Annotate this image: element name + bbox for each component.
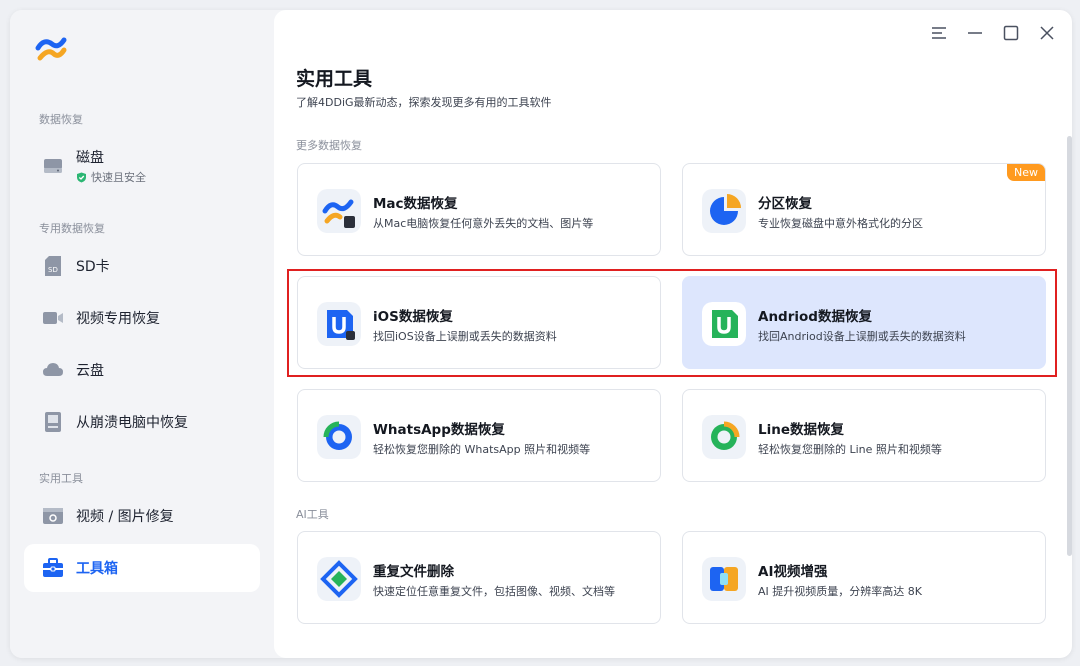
maximize-icon[interactable]: [1000, 22, 1022, 44]
card-title: AI视频增强: [758, 564, 828, 580]
media-repair-icon: [43, 508, 63, 524]
new-badge: New: [1007, 164, 1045, 181]
card-title: 重复文件删除: [373, 564, 454, 580]
app-window: 数据恢复 磁盘 快速且安全 专用数据恢复 SD SD卡 视频专用恢复 云盘 从崩…: [10, 10, 1072, 658]
sidebar-item-label: 磁盘: [76, 150, 104, 166]
sidebar-item-toolbox[interactable]: 工具箱: [24, 544, 260, 592]
sidebar-item-label: 从崩溃电脑中恢复: [76, 415, 188, 431]
section-label-tools: 实用工具: [39, 472, 83, 485]
sidebar-item-label: 视频 / 图片修复: [76, 509, 174, 525]
group-label-ai-tools: AI工具: [296, 508, 329, 521]
disk-safety-note: 快速且安全: [76, 169, 146, 185]
sidebar: 数据恢复 磁盘 快速且安全 专用数据恢复 SD SD卡 视频专用恢复 云盘 从崩…: [10, 10, 274, 658]
card-ai-video[interactable]: AI视频增强 AI 提升视频质量，分辨率高达 8K: [682, 531, 1046, 624]
cloud-icon: [43, 363, 63, 376]
disk-note-text: 快速且安全: [91, 171, 146, 184]
duplicate-file-icon: [317, 557, 361, 601]
card-whatsapp-recovery[interactable]: WhatsApp数据恢复 轻松恢复您删除的 WhatsApp 照片和视频等: [297, 389, 661, 482]
sd-card-icon: SD: [45, 256, 61, 276]
sidebar-item-media-repair[interactable]: 视频 / 图片修复: [24, 492, 260, 540]
sidebar-item-label: SD卡: [76, 259, 110, 275]
page-title: 实用工具: [296, 68, 373, 90]
video-camera-icon: [43, 312, 63, 324]
sidebar-item-disk[interactable]: 磁盘 快速且安全: [24, 138, 260, 196]
app-logo-icon: [35, 37, 67, 61]
group-label-more-recovery: 更多数据恢复: [296, 139, 362, 152]
toolbox-icon: [43, 558, 63, 577]
shield-check-icon: [77, 172, 86, 182]
card-mac-recovery[interactable]: Mac数据恢复 从Mac电脑恢复任何意外丢失的文档、图片等: [297, 163, 661, 256]
card-desc: 找回iOS设备上误删或丢失的数据资料: [373, 330, 557, 343]
sidebar-item-label: 工具箱: [76, 561, 118, 577]
card-desc: 轻松恢复您删除的 WhatsApp 照片和视频等: [373, 443, 591, 456]
mac-recovery-icon: [317, 189, 361, 233]
card-desc: 专业恢复磁盘中意外格式化的分区: [758, 217, 923, 230]
close-icon[interactable]: [1036, 22, 1058, 44]
ai-video-icon: [702, 557, 746, 601]
card-desc: 轻松恢复您删除的 Line 照片和视频等: [758, 443, 942, 456]
card-line-recovery[interactable]: Line数据恢复 轻松恢复您删除的 Line 照片和视频等: [682, 389, 1046, 482]
card-ios-recovery[interactable]: iOS数据恢复 找回iOS设备上误删或丢失的数据资料: [297, 276, 661, 369]
card-desc: AI 提升视频质量，分辨率高达 8K: [758, 585, 922, 598]
sidebar-item-label: 云盘: [76, 363, 104, 379]
sidebar-item-label: 视频专用恢复: [76, 311, 160, 327]
card-desc: 找回Andriod设备上误删或丢失的数据资料: [758, 330, 966, 343]
whatsapp-recovery-icon: [317, 415, 361, 459]
sidebar-item-sd-card[interactable]: SD SD卡: [24, 242, 260, 290]
svg-text:SD: SD: [48, 266, 58, 274]
disk-icon: [44, 159, 62, 173]
card-android-recovery[interactable]: Andriod数据恢复 找回Andriod设备上误删或丢失的数据资料: [682, 276, 1046, 369]
card-title: Andriod数据恢复: [758, 309, 872, 325]
card-title: Mac数据恢复: [373, 196, 458, 212]
sidebar-item-video-recovery[interactable]: 视频专用恢复: [24, 294, 260, 342]
card-title: iOS数据恢复: [373, 309, 453, 325]
partition-recovery-icon: [702, 189, 746, 233]
card-title: WhatsApp数据恢复: [373, 422, 505, 438]
card-partition-recovery[interactable]: 分区恢复 专业恢复磁盘中意外格式化的分区 New: [682, 163, 1046, 256]
line-recovery-icon: [702, 415, 746, 459]
card-title: Line数据恢复: [758, 422, 844, 438]
sidebar-item-cloud[interactable]: 云盘: [24, 346, 260, 394]
sidebar-item-crashed-pc[interactable]: 从崩溃电脑中恢复: [24, 398, 260, 446]
minimize-icon[interactable]: [964, 22, 986, 44]
android-recovery-icon: [702, 302, 746, 346]
main-panel: 实用工具 了解4DDiG最新动态，探索发现更多有用的工具软件 更多数据恢复 Ma…: [274, 10, 1072, 658]
crashed-pc-icon: [45, 412, 61, 432]
scrollbar[interactable]: [1067, 136, 1072, 556]
card-title: 分区恢复: [758, 196, 812, 212]
card-desc: 从Mac电脑恢复任何意外丢失的文档、图片等: [373, 217, 594, 230]
section-label-data-recovery: 数据恢复: [39, 113, 83, 126]
menu-icon[interactable]: [928, 22, 950, 44]
page-subtitle: 了解4DDiG最新动态，探索发现更多有用的工具软件: [296, 96, 552, 109]
ios-recovery-icon: [317, 302, 361, 346]
card-duplicate-file[interactable]: 重复文件删除 快速定位任意重复文件，包括图像、视频、文档等: [297, 531, 661, 624]
card-desc: 快速定位任意重复文件，包括图像、视频、文档等: [373, 585, 615, 598]
window-controls: [928, 22, 1058, 44]
section-label-special-recovery: 专用数据恢复: [39, 222, 105, 235]
